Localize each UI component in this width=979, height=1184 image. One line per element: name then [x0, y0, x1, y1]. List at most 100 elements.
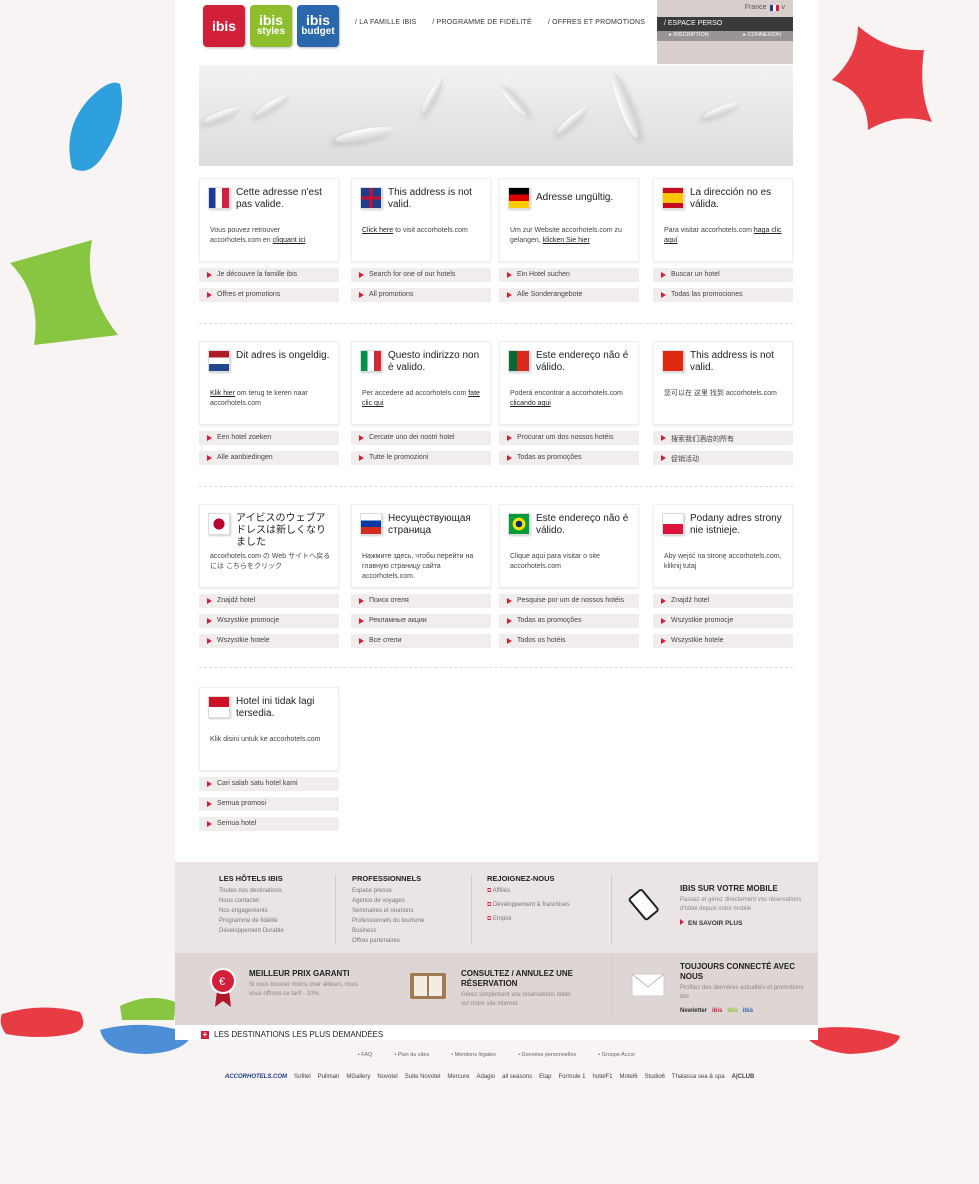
card-link[interactable]: klicken Sie hier — [543, 237, 590, 244]
prix-garanti[interactable]: MEILLEUR PRIX GARANTI Si vous trouvez mo… — [249, 969, 369, 999]
main-nav: / LA FAMILLE IBIS / PROGRAMME DE FIDÉLIT… — [355, 19, 645, 26]
nav-offres-promotions[interactable]: / OFFRES ET PROMOTIONS — [548, 19, 645, 26]
card-action-link[interactable]: Рекламные акции — [351, 614, 491, 628]
card-action-link[interactable]: Semua hotel — [199, 817, 339, 831]
card-action-link[interactable]: 促销活动 — [653, 451, 793, 465]
card-action-link[interactable]: Semua promosi — [199, 797, 339, 811]
card-action-link[interactable]: Alle Sonderangebote — [499, 288, 639, 302]
footer-link[interactable]: ⧉ Développement & franchises — [487, 900, 570, 910]
card-action-link[interactable]: Search for one of our hotels — [351, 268, 491, 282]
brand-link[interactable]: ACCORHOTELS.COM — [225, 1074, 287, 1080]
card-action-link[interactable]: Procurar um dos nossos hotéis — [499, 431, 639, 445]
footer-link[interactable]: ⧉ Affiliés — [487, 886, 570, 896]
newsletter-ibis-styles[interactable]: ibis — [727, 1008, 737, 1014]
card-link[interactable]: Click here — [362, 227, 393, 234]
brand-link[interactable]: Novotel — [377, 1074, 397, 1080]
brand-link[interactable]: Adagio — [476, 1074, 495, 1080]
card-action-link[interactable]: All promotions — [351, 288, 491, 302]
card-action-link[interactable]: Wszystkie promocje — [199, 614, 339, 628]
legal-link[interactable]: • Mentions légales — [451, 1052, 496, 1058]
card-message: Um zur Website accorhotels.com zu gelang… — [510, 227, 622, 244]
brand-link[interactable]: Motel6 — [620, 1074, 638, 1080]
brand-link[interactable]: MGallery — [346, 1074, 370, 1080]
legal-link[interactable]: • Plan du sites — [394, 1052, 429, 1058]
ibis-logo[interactable]: ibis — [203, 5, 245, 47]
card-action-link[interactable]: Znajdź hotel — [199, 594, 339, 608]
brand-link[interactable]: Sofitel — [294, 1074, 311, 1080]
card-action-link[interactable]: Todas as promoções — [499, 451, 639, 465]
legal-link[interactable]: • Données personnelles — [518, 1052, 576, 1058]
card-action-link[interactable]: Поиск отеля — [351, 594, 491, 608]
brand-link[interactable]: Studio6 — [645, 1074, 665, 1080]
legal-link[interactable]: • FAQ — [358, 1052, 372, 1058]
card-action-link[interactable]: Все отели — [351, 634, 491, 648]
nav-programme-fidelite[interactable]: / PROGRAMME DE FIDÉLITÉ — [432, 19, 532, 26]
card-action-link[interactable]: Wszystkie hotele — [653, 634, 793, 648]
card-action-link[interactable]: Todas las promociones — [653, 288, 793, 302]
brand-link[interactable]: Pullman — [318, 1074, 340, 1080]
card-pt: Este endereço não é válido. Poderá encon… — [499, 341, 639, 465]
connexion-link[interactable]: ▸ CONNEXION — [743, 32, 781, 40]
language-selector[interactable]: France v — [745, 4, 785, 11]
card-action-link[interactable]: Wszystkie hotele — [199, 634, 339, 648]
footer-link[interactable]: Nous contacter — [219, 896, 284, 906]
card-link[interactable]: Klik hier — [210, 390, 235, 397]
card-action-link[interactable]: Alle aanbiedingen — [199, 451, 339, 465]
card-action-link[interactable]: 搜索我们酒店的所有 — [653, 431, 793, 445]
brand-link[interactable]: Formule 1 — [559, 1074, 586, 1080]
card-action-link[interactable]: Een hotel zoeken — [199, 431, 339, 445]
card-action-link[interactable]: Wszystkie promocje — [653, 614, 793, 628]
card-it: Questo indirizzo non è valido. Per acced… — [351, 341, 491, 465]
en-savoir-plus-link[interactable]: EN SAVOIR PLUS — [680, 919, 810, 927]
newsletter-ibis-budget[interactable]: ibis — [743, 1008, 753, 1014]
card-action-link[interactable]: Znajdź hotel — [653, 594, 793, 608]
footer-link[interactable]: Développement Durable — [219, 926, 284, 936]
brand-link[interactable]: A|CLUB — [732, 1074, 755, 1080]
card-action-link[interactable]: Je découvre la famille ibis — [199, 268, 339, 282]
card-action-link[interactable]: Todos os hotéis — [499, 634, 639, 648]
ibis-styles-logo[interactable]: ibis styles — [250, 5, 292, 47]
card-message: Klik disini untuk ke accorhotels.com — [210, 736, 321, 743]
russia-flag-icon — [360, 513, 382, 535]
brand-link[interactable]: all seasons — [502, 1074, 532, 1080]
card-action-link[interactable]: Pesquise por um de nossos hotéis — [499, 594, 639, 608]
footer-link[interactable]: ⧉ Emploi — [487, 914, 570, 924]
card-action-link[interactable]: Tutte le promozioni — [351, 451, 491, 465]
footer-link[interactable]: Nos engagements — [219, 906, 284, 916]
legal-link[interactable]: • Groupe Accor — [598, 1052, 635, 1058]
footer-heading: LES HÔTELS IBIS — [219, 874, 283, 883]
card-action-link[interactable]: Offres et promotions — [199, 288, 339, 302]
card-link[interactable]: cliquant ici — [273, 237, 306, 244]
card-action-link[interactable]: Cercate uno dei nostri hotel — [351, 431, 491, 445]
footer-heading: REJOIGNEZ-NOUS — [487, 874, 555, 883]
newsletter-ibis[interactable]: ibis — [712, 1008, 722, 1014]
brand-link[interactable]: Mercure — [447, 1074, 469, 1080]
card-title: Hotel ini tidak lagi tersedia. — [236, 696, 315, 719]
card-action-link[interactable]: Cari salah satu hotel kami — [199, 777, 339, 791]
footer-link[interactable]: Agence de voyages — [352, 896, 424, 906]
brand-link[interactable]: Suite Novotel — [405, 1074, 441, 1080]
inscription-link[interactable]: ▸ INSCRIPTION — [669, 32, 709, 40]
card-action-link[interactable]: Buscar un hotel — [653, 268, 793, 282]
footer-link[interactable]: Programme de fidélité — [219, 916, 284, 926]
destinations-toggle[interactable]: + LES DESTINATIONS LES PLUS DEMANDÉES — [201, 1030, 383, 1039]
footer-link[interactable]: Professionnels du tourisme — [352, 916, 424, 926]
espace-perso-link[interactable]: / ESPACE PERSO — [657, 17, 793, 31]
card-link[interactable]: clicando aqui — [510, 400, 551, 407]
footer-link[interactable]: Business — [352, 926, 424, 936]
card-action-link[interactable]: Todas as promoções — [499, 614, 639, 628]
ibis-budget-logo[interactable]: ibis budget — [297, 5, 339, 47]
brand-link[interactable]: hotelF1 — [593, 1074, 613, 1080]
footer-link[interactable]: Séminaires et réunions — [352, 906, 424, 916]
footer-link[interactable]: Espace presse — [352, 886, 424, 896]
footer-link[interactable]: Toutes nos destinations — [219, 886, 284, 896]
consultez-reservation[interactable]: CONSULTEZ / ANNULEZ UNE RÉSERVATION Gére… — [461, 969, 581, 1009]
newsletter-label: Newletter — [680, 1008, 708, 1014]
card-action-link[interactable]: Ein Hotel suchen — [499, 268, 639, 282]
envelope-icon — [631, 973, 665, 1001]
nav-famille-ibis[interactable]: / LA FAMILLE IBIS — [355, 19, 416, 26]
brand-link[interactable]: Etap — [539, 1074, 551, 1080]
chevron-down-icon: v — [781, 4, 786, 11]
brand-link[interactable]: Thalassa sea & spa — [672, 1074, 725, 1080]
footer-link[interactable]: Offres partenaires — [352, 936, 424, 946]
